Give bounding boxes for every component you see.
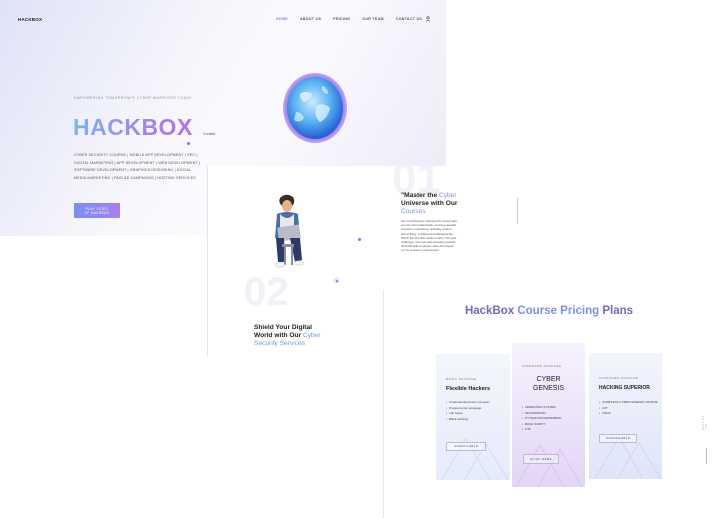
brand-logo[interactable]: HACKBOX <box>18 17 42 22</box>
plan-feature: COMPLETE CYBER GENESIS COURSE <box>599 400 658 406</box>
pricing-heading-main: Course Pricing <box>517 305 600 317</box>
plan-click-here-button[interactable]: CLICK HERE <box>523 454 559 464</box>
pricing-card-standard: STANDARD PACKAGE CYBER GENESIS OPERATING… <box>512 343 585 487</box>
decorative-ring-dot <box>334 278 339 283</box>
master-heading-highlight: Cyber <box>438 192 457 199</box>
pricing-card-premium: STANDARD PACKAGE HACKING SUPERIOR COMPLE… <box>589 353 662 479</box>
master-courses-heading: "Master the Cyber Universe with Our Cour… <box>401 192 459 217</box>
student-laptop-illustration <box>274 194 305 268</box>
back-to-top-link[interactable]: BACK TO TOP <box>702 413 708 430</box>
globe-illustration <box>283 73 347 143</box>
pricing-heading-brand: HackBox <box>464 305 515 317</box>
master-heading-text: Universe with Our <box>401 200 458 208</box>
plan-name-line: GENESIS <box>532 384 565 392</box>
plan-category: BASIC PACKAGE <box>446 377 477 381</box>
plan-features: Understanding basic computer Programming… <box>446 400 490 422</box>
plan-feature: Understanding basic computer <box>446 400 490 406</box>
plan-category: STANDARD PACKAGE <box>599 376 639 380</box>
hero-tagline: EMPOWERING TOMORROW'S CYBER WARRIORS TOD… <box>74 96 193 100</box>
decorative-triangle <box>594 435 662 479</box>
main-nav: HOME ABOUT US PRICING OUR TEAM CONTACT U… <box>276 17 422 21</box>
play-video-button[interactable]: PLAY VIDEO OF HACKBOX <box>74 203 120 218</box>
plan-features: COMPLETE CYBER GENESIS COURSE OJT OSCP <box>599 400 658 417</box>
nav-home[interactable]: HOME <box>276 17 288 21</box>
plan-feature: CTF <box>522 427 562 433</box>
hero-title: HACKBOX <box>73 114 193 140</box>
courses-description: Our comprehensive cybersecurity courses … <box>401 220 458 253</box>
decorative-dot <box>187 142 190 145</box>
user-icon[interactable] <box>425 16 431 22</box>
plan-category: STANDARD PACKAGE <box>522 364 562 368</box>
master-heading-text: "Master the <box>401 192 439 199</box>
master-heading-highlight: Courses <box>401 208 426 216</box>
vertical-divider <box>517 198 518 224</box>
pricing-heading: HackBox Course Pricing Plans <box>384 305 714 317</box>
pricing-heading-suffix: Plans <box>602 305 634 317</box>
pricing-card-basic: BASIC PACKAGE Flexible Hackers Understan… <box>436 354 510 480</box>
plan-name: Flexible Hackers <box>446 386 491 392</box>
decorative-dot <box>358 238 361 241</box>
plan-feature: PYTHON PROGRAMMING <box>522 416 562 422</box>
contact-link[interactable]: Contact <box>203 132 215 136</box>
services-list: CYBER SECURITY COURSE | MOBILE APP DEVEL… <box>74 153 201 180</box>
plan-features: OPERATING SYSTEM NETWORKING PYTHON PROGR… <box>522 405 562 433</box>
pricing-section: HackBox Course Pricing Plans BASIC PACKA… <box>383 290 719 518</box>
plan-feature: OSCP <box>599 411 658 417</box>
plan-name-line: CYBER <box>536 376 561 383</box>
shield-services-heading: Shield Your Digital World with Our Cyber… <box>254 324 324 349</box>
plan-name: CYBER GENESIS <box>512 376 585 393</box>
plan-feature: Black Hacking <box>446 417 490 423</box>
back-to-top-line <box>706 448 707 464</box>
plan-unavailable-button[interactable]: UNAVAILABLE <box>446 442 486 451</box>
nav-our-team[interactable]: OUR TEAM <box>362 17 384 21</box>
play-video-sublabel: OF HACKBOX <box>84 210 110 215</box>
nav-pricing[interactable]: PRICING <box>333 17 350 21</box>
plan-name: HACKING SUPERIOR <box>599 385 650 391</box>
nav-about-us[interactable]: ABOUT US <box>300 17 321 21</box>
plan-unavailable-button[interactable]: UNAVAILABLE <box>599 434 637 443</box>
nav-contact-us[interactable]: CONTACT US <box>396 17 422 21</box>
